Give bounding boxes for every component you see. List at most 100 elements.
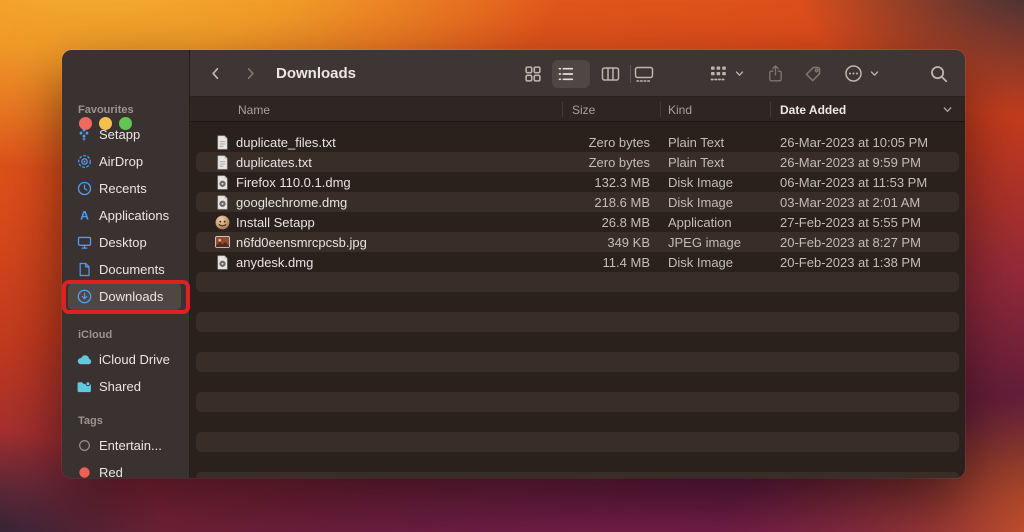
group-by-chevron-icon	[735, 50, 744, 97]
sidebar-item-setapp[interactable]: Setapp	[68, 121, 181, 148]
file-size: 11.4 MB	[602, 254, 650, 270]
empty-row	[190, 452, 965, 472]
empty-row	[190, 312, 965, 332]
sidebar-item-label: Documents	[99, 262, 165, 277]
forward-button[interactable]	[243, 50, 258, 97]
text-file-icon	[214, 132, 230, 152]
sidebar-item-entertain[interactable]: Entertain...	[68, 432, 181, 459]
back-button[interactable]	[208, 50, 223, 97]
file-size: Zero bytes	[588, 134, 650, 150]
main-content: Downloads Name Size Kind Date Added dupl…	[190, 50, 965, 478]
file-name: duplicates.txt	[236, 154, 312, 170]
sidebar-item-label: Red	[99, 465, 123, 478]
empty-row	[190, 472, 965, 478]
column-divider	[660, 102, 661, 117]
finder-window: Favourites Setapp AirDrop Recents A Applicati…	[62, 50, 965, 478]
tag-circle-gray-icon	[74, 438, 94, 454]
icon-view-button[interactable]	[524, 50, 542, 97]
shared-folder-icon	[74, 379, 94, 395]
file-list-area: duplicate_files.txt Zero bytes Plain Text 2…	[190, 122, 965, 478]
file-name: duplicate_files.txt	[236, 134, 336, 150]
file-kind: JPEG image	[668, 234, 741, 250]
disk-image-icon	[214, 192, 230, 212]
column-header-size[interactable]: Size	[572, 97, 595, 122]
share-button[interactable]	[767, 50, 784, 97]
sort-direction-chevron-icon[interactable]	[942, 97, 953, 122]
file-name: Install Setapp	[236, 214, 315, 230]
group-by-button[interactable]	[709, 50, 728, 97]
file-size: 132.3 MB	[594, 174, 650, 190]
more-actions-button[interactable]	[844, 50, 863, 97]
sidebar-item-label: AirDrop	[99, 154, 144, 169]
setapp-app-icon	[214, 212, 230, 232]
file-kind: Application	[668, 214, 732, 230]
sidebar-item-airdrop[interactable]: AirDrop	[68, 148, 181, 175]
empty-row	[190, 332, 965, 352]
tag-button[interactable]	[804, 50, 822, 97]
sidebar-item-label: Recents	[99, 181, 147, 196]
file-date-added: 06-Mar-2023 at 11:53 PM	[780, 174, 928, 190]
sidebar-item-applications[interactable]: A Applications	[68, 202, 181, 229]
empty-row	[190, 372, 965, 392]
file-date-added: 26-Mar-2023 at 10:05 PM	[780, 134, 929, 150]
gallery-view-button[interactable]	[634, 50, 654, 97]
file-row-anydesk-dmg[interactable]: anydesk.dmg 11.4 MB Disk Image 20-Feb-2023 …	[190, 252, 965, 272]
sidebar-item-red[interactable]: Red	[68, 459, 181, 478]
search-button[interactable]	[930, 50, 948, 97]
column-divider	[562, 102, 563, 117]
column-view-button[interactable]	[601, 50, 620, 97]
file-date-added: 26-Mar-2023 at 9:59 PM	[780, 154, 921, 170]
column-header-row: Name Size Kind Date Added	[190, 97, 965, 122]
more-actions-chevron-icon	[870, 50, 879, 97]
documents-icon	[74, 262, 94, 278]
desktop-icon	[74, 235, 94, 251]
sidebar-item-label: Downloads	[99, 289, 164, 304]
file-size: 218.6 MB	[594, 194, 650, 210]
file-kind: Plain Text	[668, 154, 725, 170]
icloud-drive-icon	[74, 352, 94, 368]
file-name: googlechrome.dmg	[236, 194, 348, 210]
file-kind: Disk Image	[668, 194, 734, 210]
disk-image-icon	[214, 252, 230, 272]
file-name: n6fd0eensmrcpcsb.jpg	[236, 234, 367, 250]
sidebar-item-desktop[interactable]: Desktop	[68, 229, 181, 256]
sidebar-section-label-icloud: iCloud	[78, 329, 113, 341]
file-row-install-setapp[interactable]: Install Setapp 26.8 MB Application 27-Feb-2…	[190, 212, 965, 232]
sidebar-item-documents[interactable]: Documents	[68, 256, 181, 283]
applications-icon: A	[74, 208, 94, 224]
file-date-added: 20-Feb-2023 at 8:27 PM	[780, 234, 921, 250]
sidebar-section-label-tags: Tags	[78, 415, 103, 427]
sidebar-item-label: iCloud Drive	[99, 352, 170, 367]
file-row-n6fd0eensmrcpcsb-jpg[interactable]: n6fd0eensmrcpcsb.jpg 349 KB JPEG image 20-F…	[190, 232, 965, 252]
file-row-firefox-110-0-1-dmg[interactable]: Firefox 110.0.1.dmg 132.3 MB Disk Image 06-…	[190, 172, 965, 192]
file-row-googlechrome-dmg[interactable]: googlechrome.dmg 218.6 MB Disk Image 03-Mar…	[190, 192, 965, 212]
file-name: anydesk.dmg	[236, 254, 314, 270]
file-row-duplicates-txt[interactable]: duplicates.txt Zero bytes Plain Text 26-Mar…	[190, 152, 965, 172]
file-size: Zero bytes	[588, 154, 650, 170]
sidebar-item-label: Desktop	[99, 235, 147, 250]
column-header-kind[interactable]: Kind	[668, 97, 692, 122]
file-size: 26.8 MB	[601, 214, 650, 230]
sidebar-sections: Favourites Setapp AirDrop Recents A Applicati…	[62, 50, 187, 478]
file-date-added: 03-Mar-2023 at 2:01 AM	[780, 194, 921, 210]
sidebar-section-label-favourites: Favourites	[78, 104, 134, 116]
sidebar-item-label: Entertain...	[99, 438, 162, 453]
airdrop-icon	[74, 154, 94, 170]
file-row-duplicate-files-txt[interactable]: duplicate_files.txt Zero bytes Plain Text 2…	[190, 132, 965, 152]
empty-row	[190, 292, 965, 312]
sidebar-item-icloud-drive[interactable]: iCloud Drive	[68, 346, 181, 373]
list-view-button[interactable]	[557, 50, 575, 97]
recents-icon	[74, 181, 94, 197]
sidebar-item-recents[interactable]: Recents	[68, 175, 181, 202]
downloads-icon	[74, 289, 94, 305]
setapp-icon	[74, 127, 94, 143]
sidebar-item-label: Shared	[99, 379, 141, 394]
sidebar: Favourites Setapp AirDrop Recents A Applicati…	[62, 50, 190, 478]
column-header-name[interactable]: Name	[238, 97, 270, 122]
column-divider	[770, 102, 771, 117]
column-header-date-added[interactable]: Date Added	[780, 97, 846, 122]
window-title: Downloads	[276, 65, 357, 82]
sidebar-item-downloads[interactable]: Downloads	[68, 283, 181, 310]
svg-text:A: A	[80, 209, 89, 223]
sidebar-item-shared[interactable]: Shared	[68, 373, 181, 400]
